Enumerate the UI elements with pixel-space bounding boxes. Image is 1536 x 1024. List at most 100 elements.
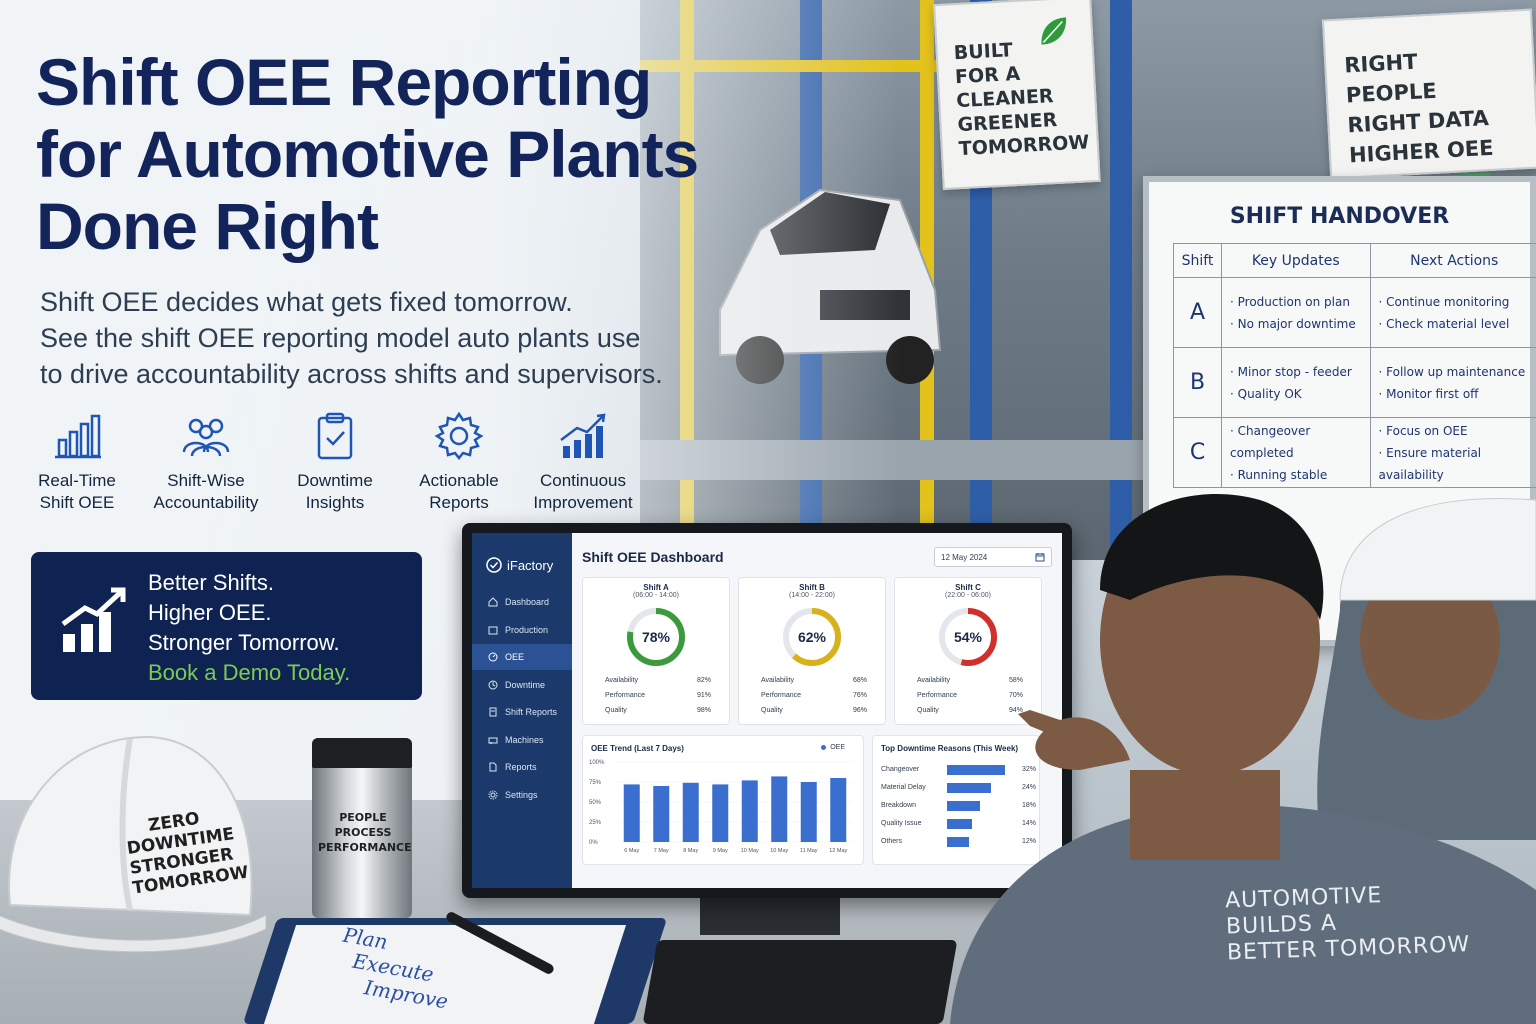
sidebar-item-shift-reports[interactable]: Shift Reports: [472, 699, 572, 725]
growth-chart-icon: [560, 413, 606, 458]
updates-cell: · Minor stop - feeder · Quality OK: [1221, 347, 1371, 418]
cta-line: Higher OEE.: [148, 600, 272, 625]
jacket-print: AUTOMOTIVE BUILDS A BETTER TOMORROW: [1225, 879, 1488, 966]
trend-title: OEE Trend (Last 7 Days): [591, 744, 684, 753]
feature-label: Improvement: [533, 493, 633, 512]
board-title: SHIFT HANDOVER: [1229, 204, 1450, 229]
cta-line: Better Shifts.: [148, 570, 274, 595]
sidebar-item-label: Machines: [505, 734, 544, 745]
column-header: Key Updates: [1221, 243, 1371, 278]
x-tick-label: 7 May: [654, 848, 669, 854]
note-line: · Production on plan: [1230, 294, 1350, 309]
note-line: · Minor stop - feeder: [1230, 364, 1352, 379]
feature-shift-accountability: Shift-Wise Accountability: [146, 410, 266, 514]
table-row: B · Minor stop - feeder · Quality OK · Fo…: [1173, 347, 1536, 418]
feature-label: Shift-Wise: [167, 471, 245, 490]
team-icon: [182, 418, 230, 457]
shift-cell: A: [1173, 277, 1222, 348]
note-line: · Focus on OEE: [1378, 423, 1468, 438]
oee-gauge: 78%: [627, 608, 685, 666]
shift-time: (06:00 - 14:00): [633, 592, 679, 599]
hero-subcopy: Shift OEE decides what gets fixed tomorr…: [40, 284, 680, 392]
subcopy-line: See the shift OEE reporting model auto p…: [40, 323, 641, 353]
sidebar-item-machines[interactable]: Machines: [472, 727, 572, 753]
metric-value: 82%: [696, 677, 711, 684]
subcopy-line: to drive accountability across shifts an…: [40, 359, 663, 389]
x-tick-label: 8 May: [683, 848, 698, 854]
sidebar-item-reports[interactable]: Reports: [472, 754, 572, 780]
trend-bar[interactable]: [771, 776, 788, 842]
trend-bar[interactable]: [623, 784, 640, 842]
trend-bar[interactable]: [682, 782, 699, 842]
gauge-value: 62%: [798, 629, 827, 645]
hard-hat-text: ZERO DOWNTIME STRONGER TOMORROW: [123, 805, 250, 899]
clipboard-check-icon: [317, 412, 353, 460]
y-tick-label: 25%: [589, 820, 602, 826]
sidebar-item-dashboard[interactable]: Dashboard: [472, 589, 572, 615]
x-tick-label: 11 May: [800, 848, 818, 854]
note-line: · No major downtime: [1230, 316, 1356, 331]
oee-trend-chart: 0% 25% 50% 75% 100% 6 May 7 May 8 May 9 May 10 Ma…: [589, 760, 853, 854]
x-tick-label: 10 May: [770, 848, 788, 854]
feature-list: Real-Time Shift OEE Shift-Wise Accountab…: [22, 410, 652, 514]
dashboard-title: Shift OEE Dashboard: [582, 549, 724, 565]
feature-label: Reports: [429, 493, 489, 512]
shift-cell: B: [1173, 347, 1222, 418]
headline-line: Shift OEE Reporting: [36, 45, 652, 119]
actions-cell: · Follow up maintenance · Monitor first o…: [1369, 347, 1536, 418]
check-shield-icon: [486, 557, 502, 573]
shift-name: Shift A: [643, 583, 669, 592]
sidebar-item-label: Downtime: [505, 679, 546, 690]
feature-continuous-improvement: Continuous Improvement: [528, 410, 638, 514]
gauge-value: 78%: [642, 629, 671, 645]
metric-label: Performance: [605, 692, 646, 699]
metric-label: Quality: [605, 707, 627, 714]
headline-line: for Automotive Plants: [36, 117, 699, 191]
book-demo-link[interactable]: Book a Demo Today.: [148, 658, 350, 688]
home-icon: [488, 597, 498, 607]
trend-bar[interactable]: [800, 782, 817, 842]
metric-value: 98%: [696, 707, 711, 714]
feature-label: Insights: [305, 493, 365, 512]
mug-line: PERFORMANCE: [318, 841, 412, 854]
feature-label: Actionable: [419, 471, 499, 490]
cta-line: Stronger Tomorrow.: [148, 630, 340, 655]
metric-label: Availability: [761, 677, 794, 684]
brand-logo[interactable]: iFactory: [472, 557, 572, 573]
file-icon: [489, 762, 497, 772]
metric-value: 91%: [696, 692, 711, 699]
note-line: · Changeover completed: [1230, 423, 1311, 460]
metric-row: Quality 98%: [595, 703, 717, 718]
sign-line: RIGHT PEOPLE: [1343, 49, 1438, 108]
sidebar-item-label: Shift Reports: [505, 707, 558, 717]
table-header-row: Shift Key Updates Next Actions: [1173, 243, 1536, 278]
y-tick-label: 75%: [589, 780, 602, 786]
trend-bar[interactable]: [741, 780, 758, 842]
actions-cell: · Continue monitoring · Check material le…: [1369, 277, 1536, 348]
gauge-icon: [488, 652, 498, 662]
feature-label: Shift OEE: [39, 493, 115, 512]
shift-card[interactable]: Shift A (06:00 - 14:00) 78% Availability 82%…: [582, 577, 730, 725]
sidebar-item-label: Production: [505, 624, 549, 635]
sidebar-item-settings[interactable]: Settings: [472, 782, 572, 808]
handover-table: Shift Key Updates Next Actions A · Produ…: [1173, 243, 1536, 488]
metric-row: Availability 82%: [595, 673, 717, 688]
mug-line: PROCESS: [334, 826, 392, 839]
clock-icon: [488, 680, 498, 689]
sidebar-item-production[interactable]: Production: [472, 617, 572, 643]
trend-bar[interactable]: [712, 784, 729, 842]
sidebar-item-oee[interactable]: OEE: [472, 644, 572, 670]
oee-trend-panel: OEE Trend (Last 7 Days) OEE 0% 25% 50% 75% 1…: [582, 735, 864, 865]
x-tick-label: 6 May: [624, 848, 639, 854]
sidebar: iFactory Dashboard Production OEE Downtime S…: [472, 533, 572, 888]
feature-realtime-oee: Real-Time Shift OEE: [22, 410, 132, 514]
report-icon: [489, 707, 497, 717]
sidebar-item-downtime[interactable]: Downtime: [472, 672, 572, 698]
box-icon: [488, 626, 498, 634]
feature-downtime-insights: Downtime Insights: [280, 410, 390, 514]
brand-name: iFactory: [507, 557, 554, 573]
trend-bar[interactable]: [653, 786, 670, 842]
sustainability-sign: BUILT FOR A CLEANER GREENER TOMORROW: [933, 0, 1101, 191]
cta-banner[interactable]: Better Shifts. Higher OEE. Stronger Tomo…: [31, 552, 422, 700]
leaf-icon: [1041, 17, 1067, 45]
